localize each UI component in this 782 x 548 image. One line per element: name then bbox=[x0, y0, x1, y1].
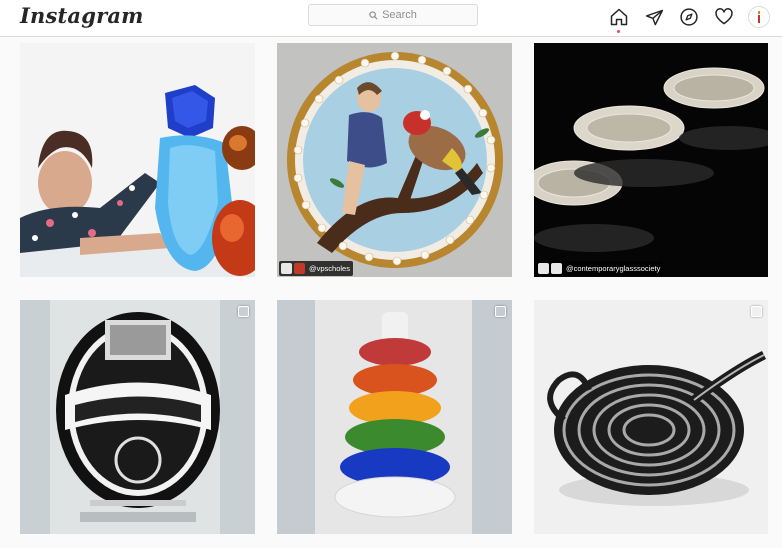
instagram-logo[interactable]: Instagram bbox=[20, 3, 144, 28]
top-nav-bar: Instagram Search bbox=[0, 0, 782, 37]
search-input[interactable]: Search bbox=[308, 4, 478, 26]
tagged-user-badge[interactable]: @vpscholes bbox=[279, 261, 353, 276]
search-placeholder: Search bbox=[382, 9, 417, 21]
post-image bbox=[534, 43, 768, 277]
post-image bbox=[20, 300, 255, 534]
explore-button[interactable] bbox=[678, 6, 700, 28]
multiple-photos-icon bbox=[238, 306, 249, 317]
post-tile[interactable] bbox=[20, 300, 255, 534]
tagged-username: @vpscholes bbox=[309, 264, 350, 273]
heart-icon bbox=[715, 8, 733, 25]
multiple-photos-icon bbox=[495, 306, 506, 317]
multiple-photos-icon bbox=[751, 306, 762, 317]
direct-icon bbox=[645, 9, 663, 25]
post-tile[interactable] bbox=[20, 43, 255, 277]
post-tile[interactable]: @vpscholes bbox=[277, 43, 512, 277]
direct-button[interactable] bbox=[643, 6, 665, 28]
post-image bbox=[277, 43, 512, 277]
profile-avatar bbox=[748, 6, 770, 28]
tagged-user-badge[interactable]: @contemporaryglasssociety bbox=[536, 261, 664, 276]
tagged-user-avatar bbox=[294, 263, 305, 274]
explore-icon bbox=[680, 8, 698, 26]
home-icon bbox=[610, 8, 628, 26]
tagged-user-avatar bbox=[281, 263, 292, 274]
activity-button[interactable] bbox=[713, 6, 735, 28]
search-icon bbox=[369, 10, 378, 20]
tagged-user-avatar bbox=[551, 263, 562, 274]
active-indicator-dot bbox=[617, 30, 620, 33]
post-image bbox=[534, 300, 768, 534]
home-button[interactable] bbox=[608, 6, 630, 33]
post-tile[interactable] bbox=[277, 300, 512, 534]
post-image bbox=[277, 300, 512, 534]
tagged-user-avatar bbox=[538, 263, 549, 274]
profile-button[interactable] bbox=[748, 6, 770, 28]
post-tile[interactable] bbox=[534, 300, 768, 534]
post-image bbox=[20, 43, 255, 277]
nav-icons bbox=[608, 6, 782, 33]
post-tile[interactable]: @contemporaryglasssociety bbox=[534, 43, 768, 277]
tagged-username: @contemporaryglasssociety bbox=[566, 264, 661, 273]
